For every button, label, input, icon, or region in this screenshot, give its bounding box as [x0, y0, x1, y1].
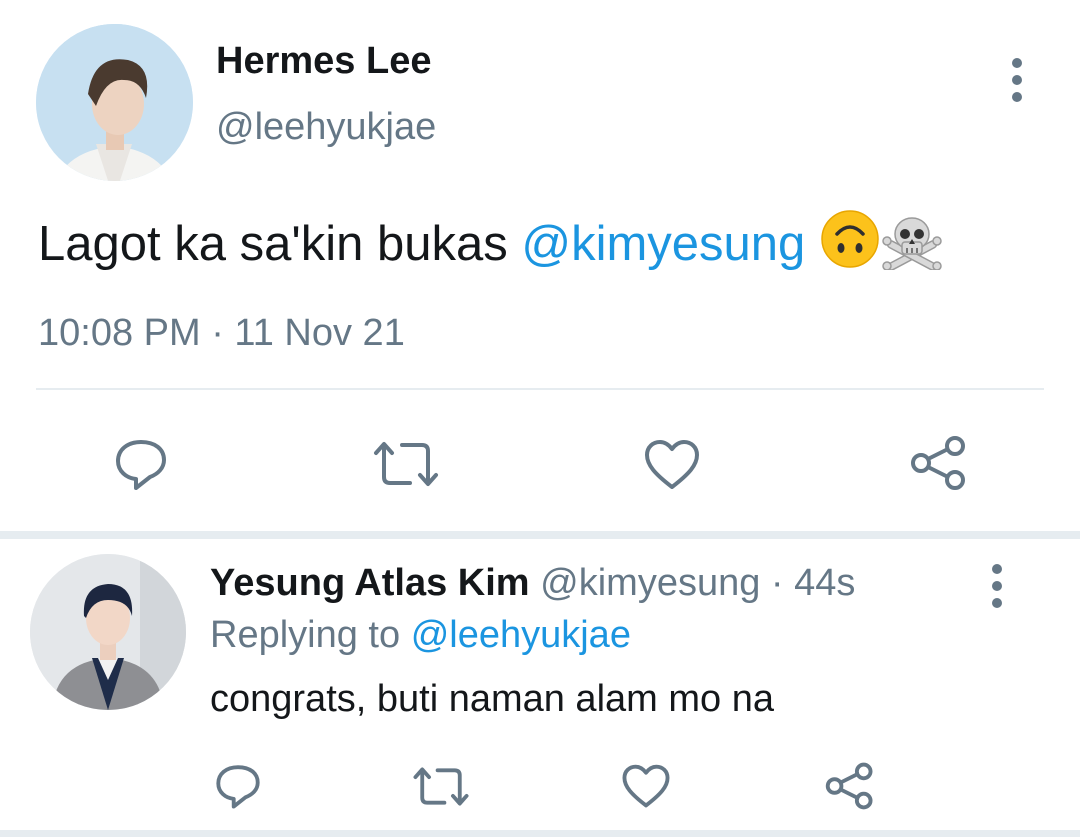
share-icon[interactable]: [824, 762, 876, 810]
retweet-icon[interactable]: [372, 439, 440, 489]
like-icon[interactable]: [643, 439, 701, 491]
share-icon[interactable]: [909, 435, 969, 491]
reply-icon[interactable]: [214, 762, 262, 810]
reply-header: Yesung Atlas Kim @kimyesung · 44s: [210, 562, 855, 605]
retweet-icon[interactable]: [412, 765, 470, 808]
mention-link[interactable]: @kimyesung: [521, 217, 805, 271]
reply-separator: ·: [760, 562, 795, 604]
divider: [36, 388, 1044, 390]
reply-author-avatar[interactable]: [30, 554, 186, 710]
author-handle[interactable]: @leehyukjae: [216, 106, 436, 149]
reply-author-handle[interactable]: @kimyesung: [540, 562, 760, 604]
reply-age: 44s: [794, 562, 856, 604]
reply-icon[interactable]: [113, 436, 169, 492]
section-divider: [0, 830, 1080, 837]
reply-author-name[interactable]: Yesung Atlas Kim: [210, 562, 530, 604]
avatar-photo: [36, 24, 193, 181]
section-divider: [0, 531, 1080, 539]
replying-to-handle[interactable]: @leehyukjae: [411, 614, 631, 656]
like-icon[interactable]: [621, 764, 671, 809]
tweet-timestamp: 10:08 PM · 11 Nov 21: [38, 312, 405, 354]
upside-down-face-emoji: [819, 208, 881, 286]
tweet-text: Lagot ka sa'kin bukas @kimyesung: [38, 208, 943, 286]
skull-and-crossbones-emoji: [881, 208, 943, 286]
more-options-icon[interactable]: [1011, 58, 1023, 109]
avatar-photo: [30, 554, 186, 710]
replying-to-label: Replying to: [210, 614, 401, 656]
reply-text: congrats, buti naman alam mo na: [210, 678, 774, 720]
tweet-text-body: Lagot ka sa'kin bukas: [38, 216, 522, 271]
more-options-icon[interactable]: [991, 564, 1003, 615]
author-name[interactable]: Hermes Lee: [216, 40, 431, 83]
replying-to: Replying to @leehyukjae: [210, 614, 631, 657]
author-avatar[interactable]: [36, 24, 193, 181]
